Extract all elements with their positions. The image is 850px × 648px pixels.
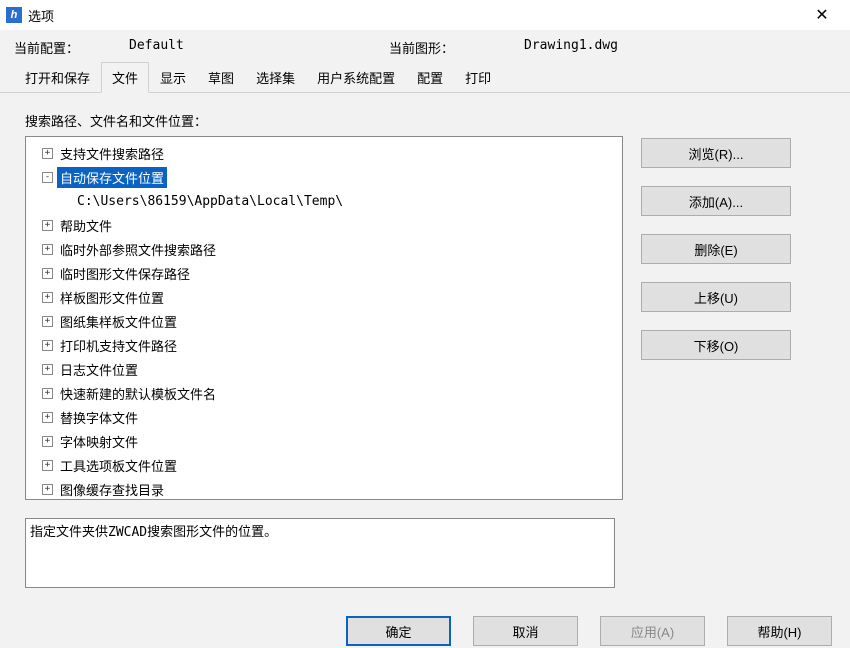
tree-item-label[interactable]: 快速新建的默认模板文件名 [57,383,219,404]
tab-strip: 打开和保存文件显示草图选择集用户系统配置配置打印 [0,61,850,93]
expand-icon[interactable]: + [42,484,53,495]
expand-icon[interactable]: + [42,460,53,471]
tree-item-label[interactable]: 自动保存文件位置 [57,167,167,188]
tree-item-label[interactable]: 支持文件搜索路径 [57,143,167,164]
tree-item-label[interactable]: 替换字体文件 [57,407,141,428]
delete-button[interactable]: 删除(E) [641,234,791,264]
tree-item[interactable]: C:\Users\86159\AppData\Local\Temp\ [28,189,620,213]
tree-item[interactable]: + 临时图形文件保存路径 [28,261,620,285]
tree-item-label[interactable]: 日志文件位置 [57,359,141,380]
dialog-content: 当前配置： Default 当前图形： Drawing1.dwg 打开和保存文件… [0,30,850,648]
help-button[interactable]: 帮助(H) [727,616,832,646]
apply-button[interactable]: 应用(A) [600,616,705,646]
description-box: 指定文件夹供ZWCAD搜索图形文件的位置。 [25,518,615,588]
tree-item-label[interactable]: 样板图形文件位置 [57,287,167,308]
drawing-value: Drawing1.dwg [524,38,618,57]
expand-icon[interactable]: + [42,364,53,375]
tab-6[interactable]: 配置 [406,62,454,93]
move-up-button[interactable]: 上移(U) [641,282,791,312]
expand-icon[interactable]: + [42,148,53,159]
expand-icon[interactable]: + [42,388,53,399]
header-info: 当前配置： Default 当前图形： Drawing1.dwg [0,30,850,61]
tree-item-label[interactable]: 工具选项板文件位置 [57,455,180,476]
expand-icon[interactable]: + [42,220,53,231]
section-label: 搜索路径、文件名和文件位置： [25,111,836,130]
tab-1[interactable]: 文件 [101,62,149,93]
cancel-button[interactable]: 取消 [473,616,578,646]
move-down-button[interactable]: 下移(O) [641,330,791,360]
tree-item-label[interactable]: 图像缓存查找目录 [57,479,167,500]
tree-item[interactable]: + 图像缓存查找目录 [28,477,620,500]
tree-item-label[interactable]: 打印机支持文件路径 [57,335,180,356]
tab-0[interactable]: 打开和保存 [14,62,101,93]
app-icon: h [6,7,22,23]
tree-item[interactable]: + 帮助文件 [28,213,620,237]
tree-item-label[interactable]: C:\Users\86159\AppData\Local\Temp\ [74,193,346,210]
expand-icon[interactable]: + [42,292,53,303]
tree-item[interactable]: + 日志文件位置 [28,357,620,381]
expand-icon[interactable]: + [42,316,53,327]
tree-item[interactable]: + 字体映射文件 [28,429,620,453]
bottom-button-row: 确定 取消 应用(A) 帮助(H) [0,610,850,646]
tree-item[interactable]: -自动保存文件位置 [28,165,620,189]
tree-item-label[interactable]: 图纸集样板文件位置 [57,311,180,332]
tab-7[interactable]: 打印 [454,62,502,93]
expand-icon[interactable]: + [42,340,53,351]
tab-5[interactable]: 用户系统配置 [306,62,406,93]
expand-icon[interactable]: + [42,268,53,279]
tree-item-label[interactable]: 字体映射文件 [57,431,141,452]
browse-button[interactable]: 浏览(R)... [641,138,791,168]
tree-item-label[interactable]: 临时外部参照文件搜索路径 [57,239,219,260]
profile-value: Default [129,38,389,57]
tree-item[interactable]: + 工具选项板文件位置 [28,453,620,477]
expand-icon[interactable]: + [42,244,53,255]
drawing-label: 当前图形： [389,38,454,57]
tree-item[interactable]: + 支持文件搜索路径 [28,141,620,165]
paths-tree[interactable]: + 支持文件搜索路径-自动保存文件位置 C:\Users\86159\AppData… [25,136,623,500]
tree-item-label[interactable]: 帮助文件 [57,215,115,236]
window-title: 选项 [28,6,54,25]
ok-button[interactable]: 确定 [346,616,451,646]
tab-2[interactable]: 显示 [149,62,197,93]
side-button-group: 浏览(R)... 添加(A)... 删除(E) 上移(U) 下移(O) [641,136,791,500]
tree-item[interactable]: + 替换字体文件 [28,405,620,429]
tab-4[interactable]: 选择集 [245,62,306,93]
tree-item[interactable]: + 快速新建的默认模板文件名 [28,381,620,405]
tree-item[interactable]: + 打印机支持文件路径 [28,333,620,357]
close-icon[interactable]: ✕ [802,3,842,27]
tab-body-files: 搜索路径、文件名和文件位置： + 支持文件搜索路径-自动保存文件位置 C:\User… [0,93,850,598]
expand-icon[interactable]: + [42,412,53,423]
tree-item-label[interactable]: 临时图形文件保存路径 [57,263,193,284]
tree-item[interactable]: + 临时外部参照文件搜索路径 [28,237,620,261]
tab-3[interactable]: 草图 [197,62,245,93]
profile-label: 当前配置： [14,38,79,57]
tree-item[interactable]: + 样板图形文件位置 [28,285,620,309]
tree-item[interactable]: + 图纸集样板文件位置 [28,309,620,333]
expand-icon[interactable]: + [42,436,53,447]
collapse-icon[interactable]: - [42,172,53,183]
titlebar: h 选项 ✕ [0,0,850,30]
add-button[interactable]: 添加(A)... [641,186,791,216]
